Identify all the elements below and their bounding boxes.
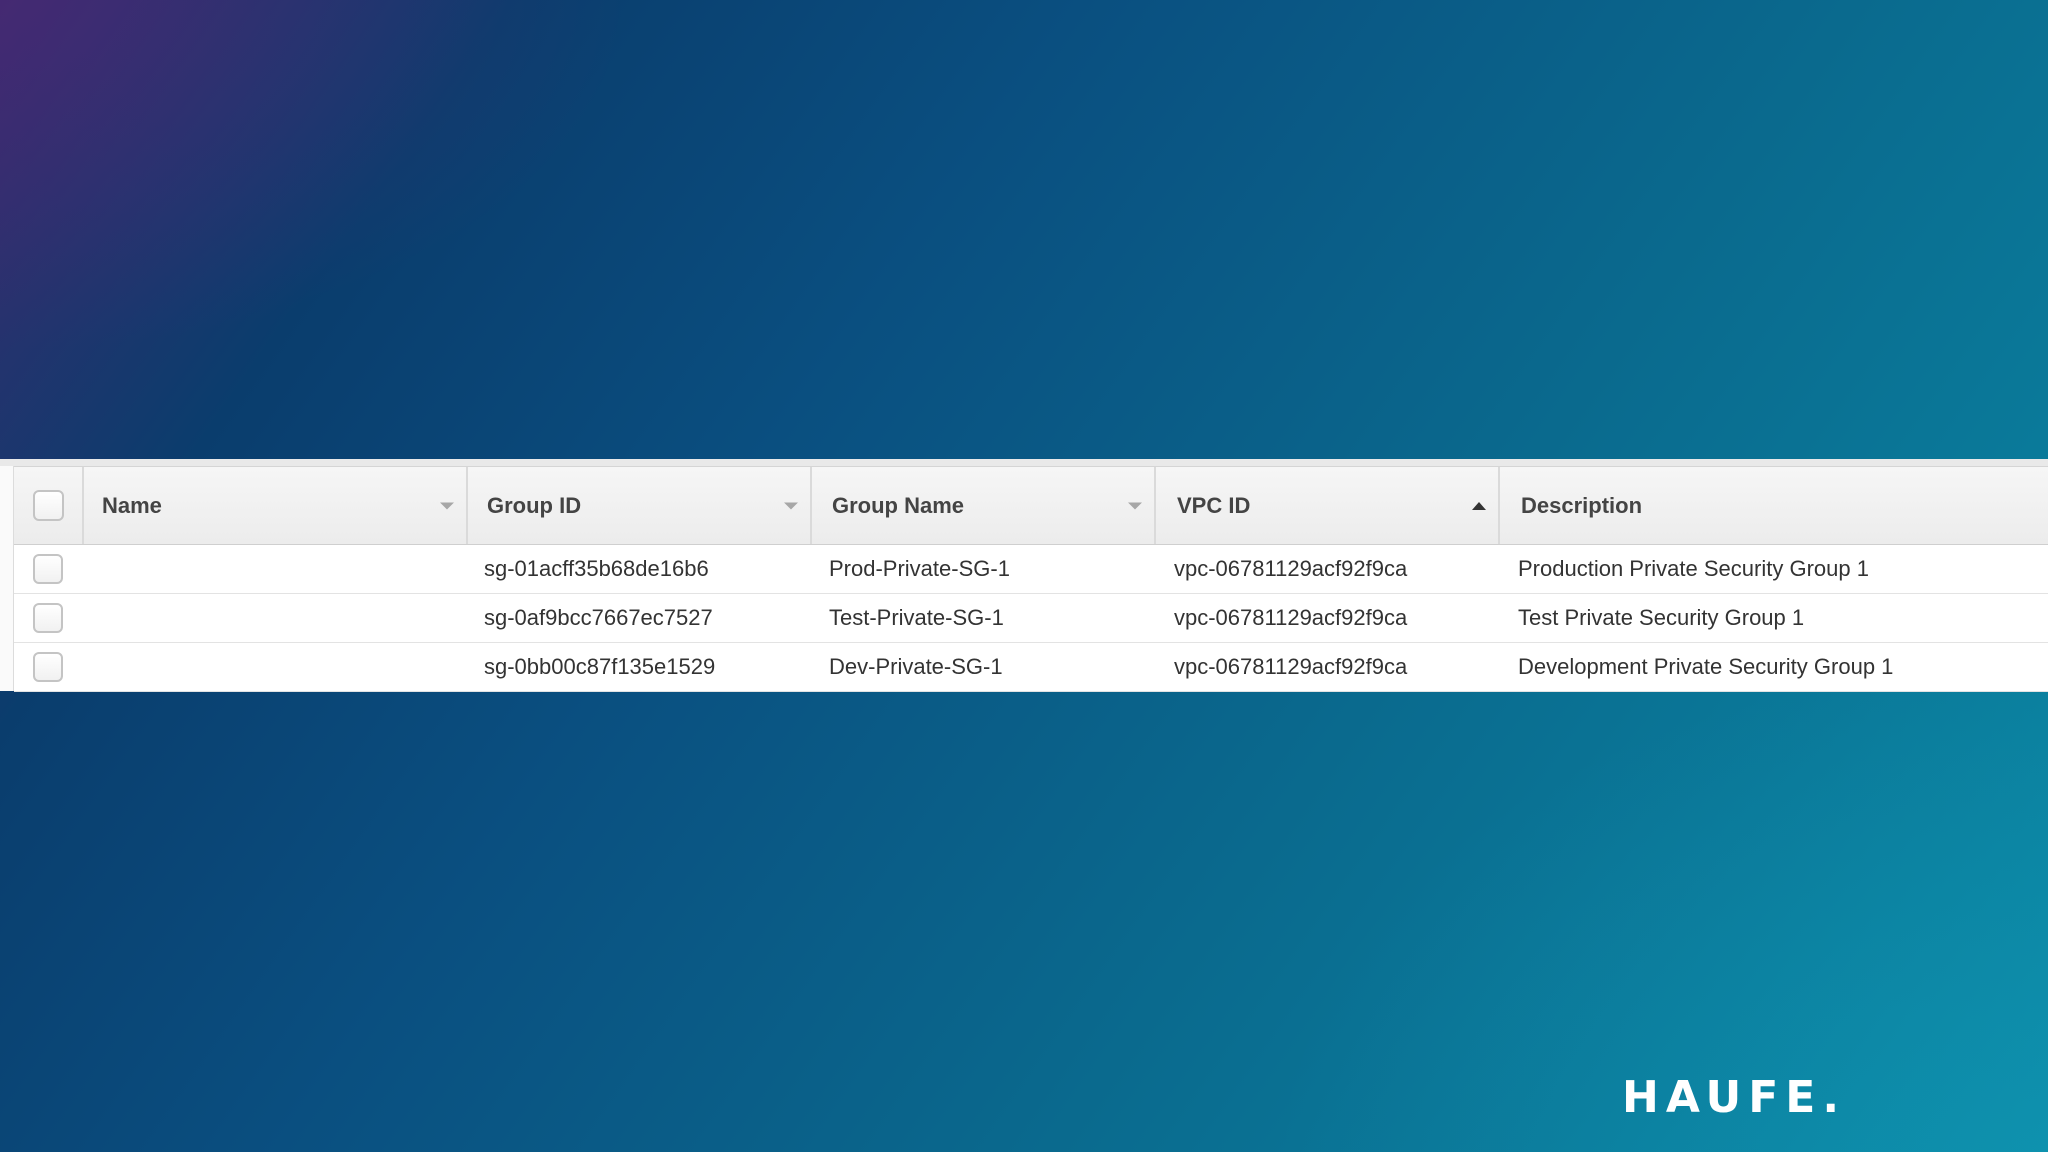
column-header-label: Name [102,492,162,518]
cell-description: Development Private Security Group 1 [1518,654,1894,679]
cell-group-name: Dev-Private-SG-1 [829,654,1003,679]
panel-top-border [0,459,2048,467]
cell-group-id: sg-0bb00c87f135e1529 [484,654,716,679]
select-all-checkbox[interactable] [32,490,64,521]
row-checkbox[interactable] [33,652,63,682]
cell-group-name: Prod-Private-SG-1 [829,556,1010,581]
column-header-group-id[interactable]: Group ID [466,467,810,544]
cell-group-id: sg-01acff35b68de16b6 [484,556,709,581]
row-select-cell [14,545,82,593]
column-header-label: Group ID [487,492,582,518]
column-header-name[interactable]: Name [82,467,466,544]
caret-down-icon[interactable] [440,502,454,509]
table-row[interactable]: sg-01acff35b68de16b6 Prod-Private-SG-1 v… [14,545,2048,594]
header-select-all-cell [14,467,82,544]
cell-group-id: sg-0af9bcc7667ec7527 [484,605,713,630]
table-header-row: Name Group ID Group Name VPC ID Descript… [14,467,2048,545]
security-groups-grid: Name Group ID Group Name VPC ID Descript… [14,467,2048,692]
caret-down-icon[interactable] [1128,502,1142,509]
cell-vpc-id: vpc-06781129acf92f9ca [1174,556,1408,581]
cell-vpc-id: vpc-06781129acf92f9ca [1174,605,1408,630]
column-header-description[interactable]: Description [1498,467,2048,544]
row-select-cell [14,643,82,691]
column-header-label: Description [1521,492,1643,518]
cell-name [82,643,466,691]
cell-group-name: Test-Private-SG-1 [829,605,1004,630]
table-row[interactable]: sg-0af9bcc7667ec7527 Test-Private-SG-1 v… [14,594,2048,643]
column-header-label: VPC ID [1177,492,1251,518]
column-header-group-name[interactable]: Group Name [810,467,1154,544]
cell-name [82,594,466,642]
table-row[interactable]: sg-0bb00c87f135e1529 Dev-Private-SG-1 vp… [14,643,2048,692]
row-checkbox[interactable] [33,554,63,584]
cell-description: Test Private Security Group 1 [1518,605,1805,630]
column-header-vpc-id[interactable]: VPC ID [1154,467,1498,544]
row-checkbox[interactable] [33,603,63,633]
security-groups-table-panel: Name Group ID Group Name VPC ID Descript… [0,459,2048,692]
cell-name [82,545,466,593]
caret-up-icon[interactable] [1472,501,1486,510]
column-header-label: Group Name [832,492,965,518]
caret-down-icon[interactable] [784,502,798,509]
cell-description: Production Private Security Group 1 [1518,556,1869,581]
cell-vpc-id: vpc-06781129acf92f9ca [1174,654,1408,679]
panel-left-border [0,466,14,691]
row-select-cell [14,594,82,642]
haufe-logo: HAUFE. [1622,1072,1847,1123]
